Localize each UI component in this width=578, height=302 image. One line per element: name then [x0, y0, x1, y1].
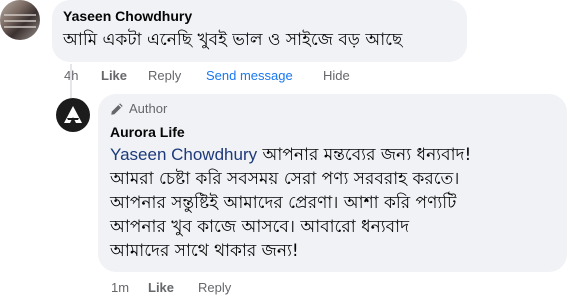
comment-reply-button[interactable]: Reply	[148, 68, 181, 83]
thread-connector	[70, 64, 72, 100]
reply-like-button[interactable]: Like	[148, 280, 174, 295]
commenter-avatar[interactable]	[0, 0, 40, 40]
reply-text-line-4: আপনার খুব কাজে আসবে। আবারো ধন্যবাদ	[110, 217, 409, 237]
mention-link[interactable]: Yaseen Chowdhury	[110, 145, 257, 164]
comment-text: আমি একটা এনেছি খুবই ভাল ও সাইজে বড় আছে	[63, 30, 403, 50]
comment-like-button[interactable]: Like	[101, 68, 127, 83]
author-badge: Author	[110, 101, 167, 116]
reply-timestamp[interactable]: 1m	[111, 280, 129, 295]
comment-bubble: Yaseen Chowdhury আমি একটা এনেছি খুবই ভাল…	[52, 0, 467, 62]
author-badge-label: Author	[129, 101, 168, 116]
send-message-button[interactable]: Send message	[206, 68, 293, 83]
reply-text-line-5: আমাদের সাথে থাকার জন্য!	[110, 241, 299, 261]
page-avatar[interactable]	[56, 98, 90, 132]
reply-text-line-2: আমরা চেষ্টা করি সবসময় সেরা পণ্য সরবরাহ …	[110, 169, 460, 189]
reply-text-line-1: Yaseen Chowdhury আপনার মন্তব্যের জন্য ধন…	[110, 143, 471, 167]
reply-text-line-3: আপনার সন্তুষ্টিই আমাদের প্রেরণা। আশা করি…	[110, 193, 457, 213]
hide-comment-button[interactable]: Hide	[323, 68, 350, 83]
aurora-logo-icon	[64, 106, 82, 123]
reply-author-name[interactable]: Aurora Life	[110, 124, 185, 140]
comment-author-name[interactable]: Yaseen Chowdhury	[63, 8, 192, 24]
pencil-icon	[111, 102, 123, 115]
reply-text-line-1-rest: আপনার মন্তব্যের জন্য ধন্যবাদ!	[262, 145, 472, 165]
reply-reply-button[interactable]: Reply	[198, 280, 231, 295]
